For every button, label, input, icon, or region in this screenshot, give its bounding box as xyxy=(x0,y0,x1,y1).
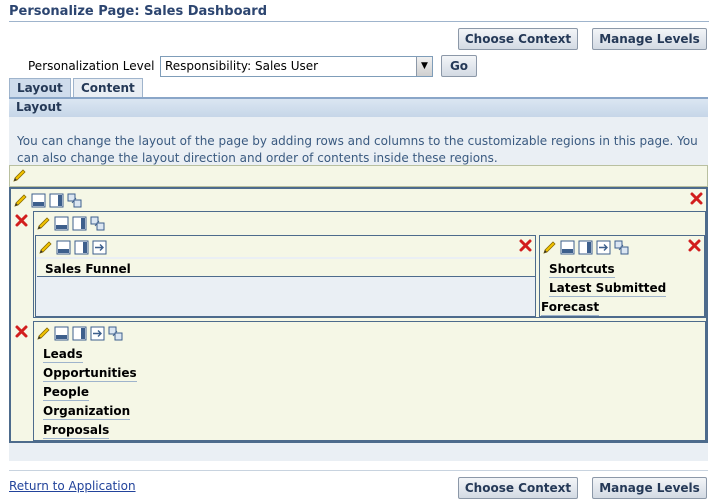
move-icon[interactable] xyxy=(614,240,629,255)
chevron-down-icon[interactable]: ▼ xyxy=(416,57,432,76)
add-row-icon[interactable] xyxy=(54,326,69,341)
add-column-icon[interactable] xyxy=(72,216,87,231)
portlet-forecast[interactable]: Forecast xyxy=(541,300,600,316)
add-column-icon[interactable] xyxy=(72,326,87,341)
layout-description: You can change the layout of the page by… xyxy=(17,134,698,165)
personalization-level-select[interactable]: Responsibility: Sales User ▼ xyxy=(160,56,433,77)
row-region-1: Sales Funnel Shortcuts Latest Submitted … xyxy=(33,211,706,318)
row-region-2-toolbar xyxy=(36,323,123,343)
delete-icon[interactable] xyxy=(518,238,533,253)
left-column-toolbar xyxy=(38,237,107,257)
move-icon[interactable] xyxy=(90,216,105,231)
left-column-region: Sales Funnel xyxy=(35,235,536,317)
add-column-icon[interactable] xyxy=(578,240,593,255)
delete-icon[interactable] xyxy=(14,213,29,228)
reorder-icon[interactable] xyxy=(92,240,107,255)
pencil-icon[interactable] xyxy=(12,168,27,183)
add-column-icon[interactable] xyxy=(49,193,64,208)
pencil-icon[interactable] xyxy=(36,216,51,231)
page-region-toolbar xyxy=(9,165,708,187)
pencil-icon[interactable] xyxy=(13,193,28,208)
add-row-icon[interactable] xyxy=(31,193,46,208)
outer-region: Sales Funnel Shortcuts Latest Submitted … xyxy=(9,187,708,443)
add-row-icon[interactable] xyxy=(56,240,71,255)
pencil-icon[interactable] xyxy=(542,240,557,255)
portlet-shortcuts[interactable]: Shortcuts xyxy=(549,262,615,278)
move-icon[interactable] xyxy=(67,193,82,208)
right-column-toolbar xyxy=(542,237,629,257)
row-region-2: Leads Opportunities People Organization … xyxy=(33,321,706,441)
choose-context-button-bottom[interactable]: Choose Context xyxy=(458,477,578,499)
add-column-icon[interactable] xyxy=(74,240,89,255)
manage-levels-button[interactable]: Manage Levels xyxy=(592,28,707,50)
go-button[interactable]: Go xyxy=(441,55,477,77)
right-column-region: Shortcuts Latest Submitted Forecast xyxy=(539,235,705,317)
move-icon[interactable] xyxy=(108,326,123,341)
row-region-1-toolbar xyxy=(36,213,105,233)
portlet-people[interactable]: People xyxy=(43,385,90,401)
portlet-sales-funnel[interactable]: Sales Funnel xyxy=(45,262,131,277)
pencil-icon[interactable] xyxy=(36,326,51,341)
add-row-icon[interactable] xyxy=(54,216,69,231)
tab-content[interactable]: Content xyxy=(73,78,143,97)
tab-layout[interactable]: Layout xyxy=(9,78,71,97)
delete-icon[interactable] xyxy=(687,238,702,253)
add-row-icon[interactable] xyxy=(560,240,575,255)
portlet-opportunities[interactable]: Opportunities xyxy=(43,366,137,382)
portlet-latest-submitted[interactable]: Latest Submitted xyxy=(549,281,667,297)
choose-context-button[interactable]: Choose Context xyxy=(458,28,578,50)
manage-levels-button-bottom[interactable]: Manage Levels xyxy=(592,477,707,499)
reorder-icon[interactable] xyxy=(90,326,105,341)
page-title: Personalize Page: Sales Dashboard xyxy=(9,4,709,22)
portlet-organization[interactable]: Organization xyxy=(43,404,131,420)
outer-region-toolbar xyxy=(13,190,82,210)
reorder-icon[interactable] xyxy=(596,240,611,255)
personalization-level-label: Personalization Level xyxy=(28,59,155,73)
pencil-icon[interactable] xyxy=(38,240,53,255)
portlet-leads[interactable]: Leads xyxy=(43,347,83,363)
portlet-proposals[interactable]: Proposals xyxy=(43,423,110,439)
return-to-application-link[interactable]: Return to Application xyxy=(9,479,136,493)
personalization-level-value: Responsibility: Sales User xyxy=(165,59,319,73)
page-title-text: Personalize Page: Sales Dashboard xyxy=(9,4,268,19)
delete-icon[interactable] xyxy=(14,324,29,339)
footer-divider xyxy=(9,470,708,471)
section-header: Layout xyxy=(9,97,708,117)
delete-icon[interactable] xyxy=(689,191,704,206)
